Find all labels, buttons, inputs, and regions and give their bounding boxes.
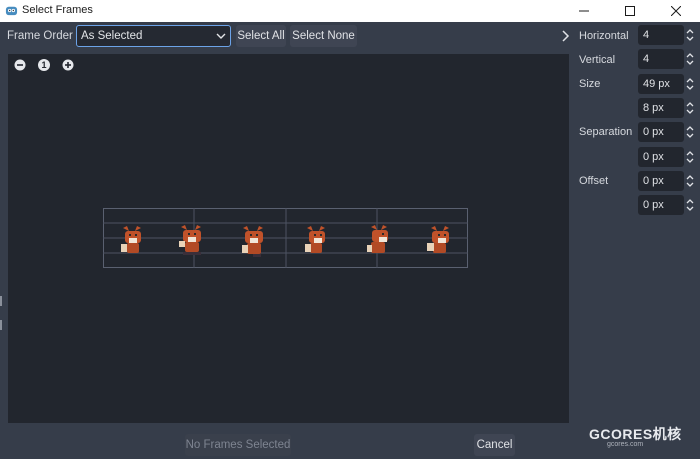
fox-frame-6[interactable] [427, 226, 449, 253]
grid-lines [103, 208, 468, 268]
fox-frame-4[interactable] [305, 226, 325, 253]
offset-y-input[interactable]: 0 px [638, 195, 684, 215]
horizontal-input[interactable]: 4 [638, 25, 684, 45]
horizontal-spinner-arrows-icon[interactable] [685, 28, 695, 42]
separation-x-input[interactable]: 0 px [638, 122, 684, 142]
size-x-spinner-arrows-icon[interactable] [685, 77, 695, 91]
separation-y-value: 0 px [643, 151, 664, 163]
sprite-sheet[interactable] [103, 208, 468, 268]
vertical-value: 4 [643, 53, 650, 65]
offset-x-value: 0 px [643, 175, 664, 187]
close-button[interactable] [653, 0, 699, 22]
horizontal-label: Horizontal [579, 30, 629, 42]
separation-y-input[interactable]: 0 px [638, 147, 684, 167]
frame-order-select[interactable]: As Selected [76, 25, 231, 47]
vertical-input[interactable]: 4 [638, 49, 684, 69]
minimize-icon [579, 10, 589, 12]
size-y-input[interactable]: 8 px [638, 98, 684, 118]
separation-x-value: 0 px [643, 126, 664, 138]
vertical-label: Vertical [579, 54, 616, 66]
watermark-url: gcores.com [607, 441, 644, 448]
zoom-out-icon[interactable] [14, 59, 26, 71]
chevron-right-icon[interactable] [561, 30, 570, 42]
offset-y-value: 0 px [643, 199, 664, 211]
maximize-button[interactable] [607, 0, 653, 22]
zoom-reset-button[interactable]: 1 [38, 59, 50, 71]
offset-y-spinner-arrows-icon[interactable] [685, 198, 695, 212]
fox-frame-1[interactable] [121, 226, 141, 253]
size-y-spinner-arrows-icon[interactable] [685, 101, 695, 115]
frame-order-value: As Selected [81, 30, 143, 42]
size-x-input[interactable]: 49 px [638, 74, 684, 94]
separation-x-spinner-arrows-icon[interactable] [685, 125, 695, 139]
no-frames-selected-button: No Frames Selected [185, 434, 291, 456]
size-y-value: 8 px [643, 102, 664, 114]
fox-frame-2[interactable] [179, 225, 201, 255]
window-title: Select Frames [22, 4, 93, 16]
resize-handle[interactable] [0, 320, 2, 330]
fox-frame-3[interactable] [242, 226, 263, 257]
horizontal-value: 4 [643, 29, 650, 41]
frame-order-label: Frame Order [7, 30, 73, 42]
offset-label: Offset [579, 175, 609, 187]
maximize-icon [625, 6, 635, 16]
vertical-spinner-arrows-icon[interactable] [685, 52, 695, 66]
select-none-button[interactable]: Select None [290, 25, 357, 47]
godot-app-icon [5, 6, 18, 16]
separation-y-spinner-arrows-icon[interactable] [685, 150, 695, 164]
window-title-bar: Select Frames [0, 0, 700, 22]
cancel-button[interactable]: Cancel [474, 434, 515, 456]
select-all-button[interactable]: Select All [236, 25, 286, 47]
size-label: Size [579, 78, 601, 90]
offset-x-spinner-arrows-icon[interactable] [685, 174, 695, 188]
separation-label: Separation [579, 126, 633, 138]
size-x-value: 49 px [643, 78, 670, 90]
chevron-down-icon [216, 33, 226, 39]
close-icon [671, 6, 681, 16]
minimize-button[interactable] [561, 0, 607, 22]
resize-handle[interactable] [0, 296, 2, 306]
zoom-in-icon[interactable] [62, 59, 74, 71]
offset-x-input[interactable]: 0 px [638, 171, 684, 191]
